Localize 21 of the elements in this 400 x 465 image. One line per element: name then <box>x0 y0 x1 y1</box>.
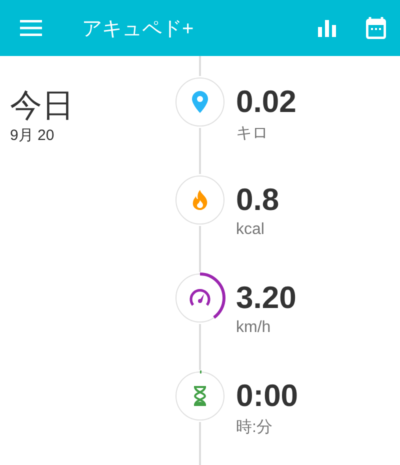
flame-icon <box>192 190 208 210</box>
metric-value: 0:00 <box>236 378 298 414</box>
bar-chart-icon <box>318 20 336 36</box>
app-title: アキュペド+ <box>82 16 195 42</box>
metric-unit: キロ <box>236 124 269 144</box>
menu-button[interactable] <box>20 20 42 36</box>
metric-value: 3.20 <box>236 280 296 316</box>
date-label: 9月 20 <box>10 126 56 145</box>
metric-unit: km/h <box>236 319 272 337</box>
metric-unit: 時:分 <box>236 418 274 438</box>
location-pin-icon <box>192 91 208 113</box>
calendar-button[interactable] <box>366 17 386 39</box>
metric-value: 0.8 <box>236 182 280 218</box>
gauge-icon <box>189 289 211 307</box>
calendar-icon <box>366 17 386 39</box>
hourglass-icon <box>193 386 207 406</box>
menu-icon <box>20 20 42 36</box>
chart-button[interactable] <box>318 20 336 36</box>
metric-unit: kcal <box>236 221 266 239</box>
metric-value: 0.02 <box>236 84 296 120</box>
day-title: 今日 <box>10 86 75 124</box>
